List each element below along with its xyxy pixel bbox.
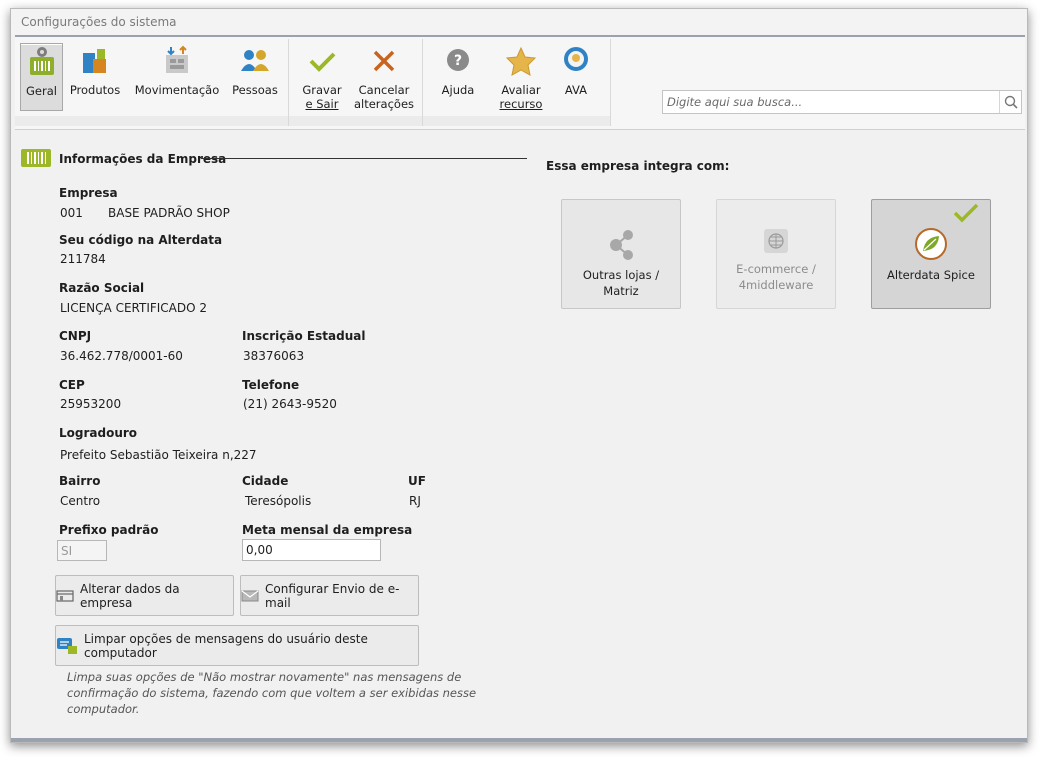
window-title: Configurações do sistema	[11, 9, 1027, 35]
limpar-opcoes-button[interactable]: Limpar opções de mensagens do usuário de…	[55, 625, 419, 666]
email-icon	[241, 590, 259, 601]
produtos-button[interactable]: Produtos	[67, 43, 123, 111]
clear-messages-icon	[57, 637, 77, 654]
uf-value: RJ	[409, 494, 421, 508]
edit-company-icon	[56, 589, 74, 602]
ribbon-group-help: ? Ajuda Avaliar recurso AVA	[423, 39, 611, 126]
produtos-icon	[83, 49, 106, 73]
ribbon-group-actions: Gravar e Sair Cancelar alterações	[289, 39, 423, 126]
movimentacao-label: Movimentação	[134, 83, 220, 97]
outras-lojas-line1: Outras lojas /	[582, 268, 660, 282]
limpar-hint-text: Limpa suas opções de "Não mostrar novame…	[67, 670, 477, 716]
cancelar-alteracoes-button[interactable]: Cancelar alterações	[351, 43, 417, 111]
bairro-label: Bairro	[59, 474, 101, 488]
geral-icon	[29, 47, 54, 75]
codigo-label: Seu código na Alterdata	[59, 233, 223, 247]
avaliar-label-1: Avaliar	[501, 83, 541, 97]
selected-check-icon	[953, 203, 979, 223]
svg-text:?: ?	[454, 53, 462, 69]
ie-label: Inscrição Estadual	[242, 329, 366, 343]
cancel-x-icon	[373, 50, 395, 72]
telefone-value: (21) 2643-9520	[243, 397, 337, 411]
cancelar-label-1: Cancelar	[358, 83, 410, 97]
cancelar-label-2: alterações	[353, 97, 415, 111]
content-area: Informações da Empresa Empresa 001 BASE …	[15, 131, 1025, 740]
telefone-label: Telefone	[242, 378, 300, 392]
search-box	[662, 90, 1022, 114]
empresa-name: BASE PADRÃO SHOP	[108, 206, 230, 220]
meta-label: Meta mensal da empresa	[242, 523, 413, 537]
globe-icon	[764, 229, 788, 253]
checkmark-icon	[309, 52, 336, 72]
ava-button[interactable]: AVA	[555, 43, 597, 111]
gravar-sair-button[interactable]: Gravar e Sair	[297, 43, 347, 111]
outras-lojas-line2: Matriz	[603, 284, 639, 298]
search-input[interactable]	[663, 91, 995, 113]
ajuda-label: Ajuda	[441, 83, 475, 97]
razao-value: LICENÇA CERTIFICADO 2	[60, 301, 208, 315]
ie-value: 38376063	[243, 349, 305, 363]
alterar-dados-label: Alterar dados da empresa	[80, 581, 180, 610]
network-nodes-icon	[610, 230, 633, 260]
cnpj-value: 36.462.778/0001-60	[60, 349, 183, 363]
geral-button[interactable]: Geral	[20, 43, 63, 111]
ribbon-toolbar: Geral Produtos Movimentação Pessoas Grav…	[15, 35, 1025, 130]
alterdata-spice-label: Alterdata Spice	[887, 268, 975, 282]
uf-label: UF	[408, 474, 426, 488]
integra-card-ecommerce[interactable]: E-commerce / 4middleware	[716, 199, 836, 309]
avaliar-recurso-button[interactable]: Avaliar recurso	[491, 43, 551, 111]
cidade-value: Teresópolis	[245, 494, 312, 508]
empresa-code: 001	[60, 206, 83, 220]
cidade-label: Cidade	[242, 474, 289, 488]
spice-leaf-icon	[915, 228, 947, 260]
pessoas-button[interactable]: Pessoas	[227, 43, 283, 111]
ecommerce-line2: 4middleware	[738, 278, 814, 292]
integra-card-outras-lojas[interactable]: Outras lojas / Matriz	[561, 199, 681, 309]
avaliar-label-2: recurso	[499, 97, 543, 111]
meta-mensal-field[interactable]	[242, 539, 381, 561]
search-icon	[1004, 95, 1018, 109]
gravar-label-2: e Sair	[305, 97, 339, 111]
section-title: Informações da Empresa	[59, 152, 227, 166]
alterar-dados-button[interactable]: Alterar dados da empresa	[55, 575, 234, 616]
gravar-label-1: Gravar	[302, 83, 342, 97]
ava-icon	[564, 47, 588, 71]
bairro-value: Centro	[60, 494, 101, 508]
movimentacao-icon	[166, 45, 188, 73]
logradouro-label: Logradouro	[59, 426, 138, 440]
window-bottom-border	[11, 738, 1027, 742]
pessoas-icon	[241, 50, 269, 71]
limpar-opcoes-label: Limpar opções de mensagens do usuário de…	[84, 631, 368, 660]
star-icon	[505, 46, 537, 76]
prefixo-label: Prefixo padrão	[59, 523, 159, 537]
section-divider	[201, 158, 527, 159]
integra-card-alterdata-spice[interactable]: Alterdata Spice	[871, 199, 991, 309]
integra-title: Essa empresa integra com:	[546, 159, 730, 173]
ribbon-group-categories: Geral Produtos Movimentação Pessoas	[15, 39, 289, 126]
help-icon: ?	[447, 49, 469, 71]
pessoas-label: Pessoas	[232, 83, 278, 97]
configurar-email-label: Configurar Envio de e-mail	[265, 581, 400, 610]
prefixo-field[interactable]	[57, 540, 107, 561]
movimentacao-button[interactable]: Movimentação	[131, 43, 223, 111]
barcode-icon	[21, 149, 51, 167]
razao-label: Razão Social	[59, 281, 145, 295]
search-button[interactable]	[999, 91, 1021, 113]
codigo-value: 211784	[60, 252, 106, 266]
settings-window: Configurações do sistema Geral Produtos	[10, 8, 1028, 743]
produtos-label: Produtos	[69, 83, 121, 97]
configurar-email-button[interactable]: Configurar Envio de e-mail	[240, 575, 419, 616]
logradouro-value: Prefeito Sebastião Teixeira n,227	[60, 448, 257, 462]
geral-label: Geral	[26, 84, 57, 98]
ava-label: AVA	[564, 83, 588, 97]
ecommerce-line1: E-commerce /	[736, 262, 816, 276]
cep-value: 25953200	[60, 397, 122, 411]
empresa-label: Empresa	[59, 186, 118, 200]
cep-label: CEP	[59, 378, 85, 392]
cnpj-label: CNPJ	[59, 329, 92, 343]
ajuda-button[interactable]: ? Ajuda	[439, 43, 477, 111]
